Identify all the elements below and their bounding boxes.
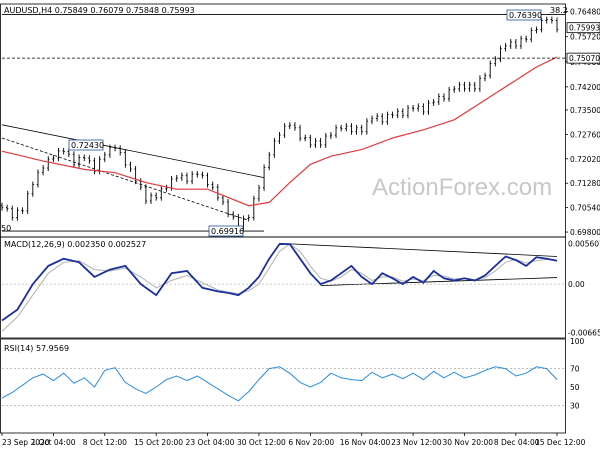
x-tick-label: 8 Dec 04:00 (494, 438, 540, 447)
fib-label-50: 50 (1, 224, 11, 233)
price-annotations: 0.72430 0.69916 0.76390 38.2 50 (1, 6, 568, 237)
y-tick-label: 0.69800 (570, 228, 600, 237)
price-tag-text: 0.75070 (569, 54, 600, 63)
y-tick-label: 0.71280 (570, 179, 600, 188)
macd-y-axis: 0.0056070.00-0.006656 (568, 239, 600, 337)
price-y-axis: 0.764800.757200.749600.742000.735000.727… (565, 8, 600, 237)
annotation-76390-text: 0.76390 (509, 11, 542, 20)
rsi-line (1, 366, 558, 402)
macd-y-tick-label: 0.00 (568, 280, 585, 289)
y-tick-label: 0.74200 (570, 83, 600, 92)
fib-label-38: 38.2 (550, 6, 568, 15)
x-tick-label: 15 Dec 12:00 (535, 438, 586, 447)
time-axis: 23 Sep 20201 Oct 04:00 8 Oct 12:00 15 Oct … (1, 433, 586, 447)
annotation-72430-text: 0.72430 (71, 141, 104, 150)
y-tick-label: 0.72020 (570, 155, 600, 164)
annotation-76390: 0.76390 (506, 9, 542, 21)
macd-lines (1, 243, 565, 332)
x-tick-label: 1 Oct 04:00 (31, 438, 75, 447)
y-tick-label: 0.76480 (570, 8, 600, 17)
macd-main-line (1, 243, 558, 322)
x-tick-label: 15 Oct 20:00 (134, 438, 183, 447)
y-tick-label: 0.70540 (570, 204, 600, 213)
x-tick-label: 30 Nov 20:00 (443, 438, 494, 447)
rsi-y-axis: 100 70 50 30 (570, 337, 585, 410)
watermark: ActionForex.com (372, 174, 552, 201)
y-tick-label: 0.75720 (570, 33, 600, 42)
pane-frame (0, 338, 566, 434)
x-tick-label: 8 Oct 12:00 (83, 438, 127, 447)
macd-header: MACD(12,26,9) 0.002350 0.002527 (4, 240, 146, 249)
y-tick-label: 0.73500 (570, 106, 600, 115)
y-tick-label: 0.72760 (570, 130, 600, 139)
rsi-levels (2, 368, 565, 406)
annotation-72430: 0.72430 (68, 139, 104, 151)
macd-y-tick-label: 0.005607 (568, 239, 600, 248)
x-tick-label: 23 Nov 12:00 (391, 438, 442, 447)
x-tick-label: 30 Oct 12:00 (237, 438, 286, 447)
chart-canvas: ActionForex.com 0.764800.757200.749600.7… (0, 3, 600, 447)
rsi-y-tick-label: 70 (570, 365, 580, 374)
x-tick-label: 16 Nov 04:00 (340, 438, 391, 447)
rsi-header: RSI(14) 57.9569 (4, 344, 69, 353)
annotation-69916-text: 0.69916 (211, 227, 244, 236)
rsi-y-tick-label: 30 (570, 401, 580, 410)
price-header: AUDUSD,H4 0.75849 0.76079 0.75848 0.7599… (4, 6, 195, 15)
price-tag-text: 0.75993 (569, 24, 600, 33)
pane-frame (0, 3, 566, 238)
rsi-y-tick-label: 50 (570, 383, 580, 392)
x-tick-label: 6 Nov 20:00 (288, 438, 334, 447)
pane-frame (0, 236, 566, 339)
macd-trendline (279, 242, 558, 257)
price-horizontal-lines (2, 14, 565, 59)
macd-signal-line (1, 243, 558, 332)
rsi-line-path (1, 366, 558, 402)
annotation-69916: 0.69916 (208, 225, 244, 237)
x-tick-label: 23 Oct 04:00 (186, 438, 235, 447)
rsi-y-tick-label: 100 (570, 337, 585, 346)
